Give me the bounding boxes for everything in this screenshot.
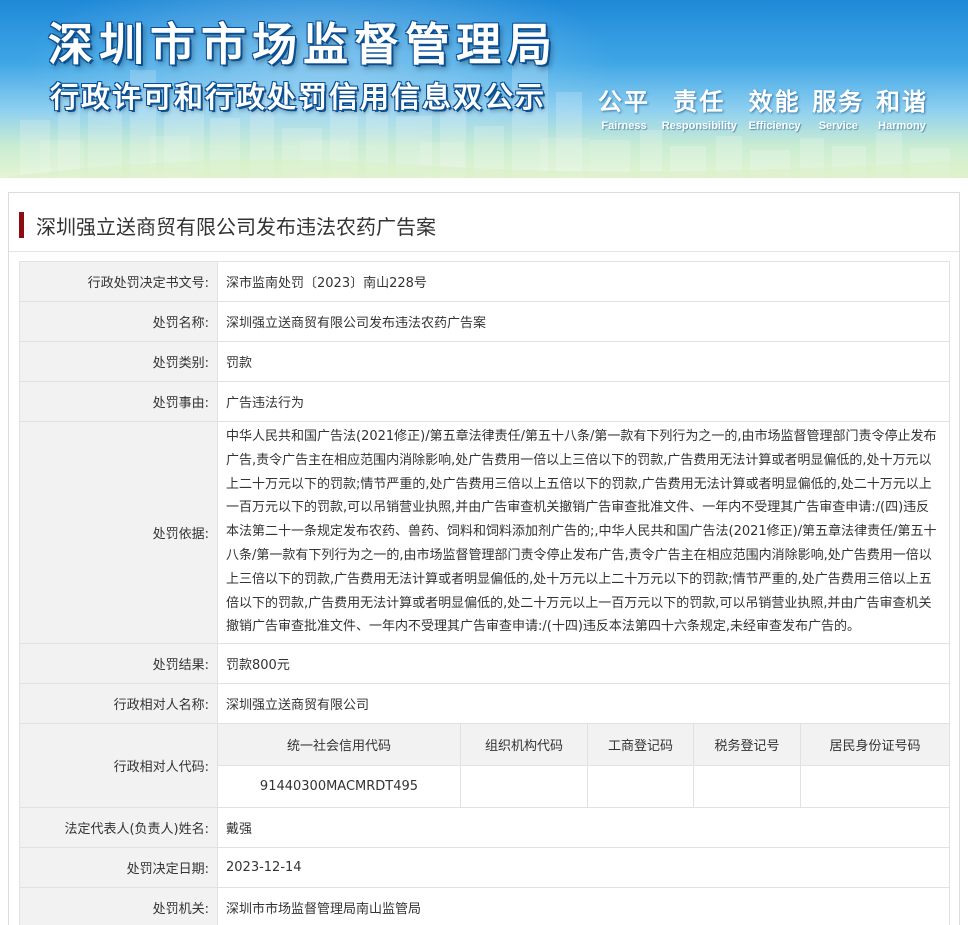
content-panel: 深圳强立送商贸有限公司发布违法农药广告案 行政处罚决定书文号: 深市监南处罚〔2…: [8, 192, 960, 925]
code-value-tax: [693, 765, 801, 809]
value-penalty-result: 罚款800元: [216, 643, 951, 685]
label-penalty-name: 处罚名称:: [19, 301, 218, 342]
row-penalty-reason: 处罚事由: 广告违法行为: [19, 381, 951, 422]
page-title-text: 深圳强立送商贸有限公司发布违法农药广告案: [36, 214, 436, 239]
value-legal-rep: 戴强: [216, 807, 951, 849]
slogan-cn: 效能: [748, 88, 801, 116]
code-value-id: [799, 765, 951, 809]
value-counterparty-name: 深圳强立送商贸有限公司: [216, 683, 951, 725]
label-legal-rep: 法定代表人(负责人)姓名:: [19, 807, 218, 849]
code-header-id: 居民身份证号码: [799, 723, 951, 767]
slogan-en: Efficiency: [748, 120, 801, 132]
row-counterparty-name: 行政相对人名称: 深圳强立送商贸有限公司: [19, 683, 951, 725]
banner-title: 深圳市市场监督管理局: [48, 18, 559, 71]
label-counterparty-code: 行政相对人代码:: [19, 723, 218, 809]
slogan-en: Responsibility: [661, 120, 737, 132]
slogan-en: Service: [818, 120, 858, 132]
value-decision-no: 深市监南处罚〔2023〕南山228号: [216, 261, 951, 302]
slogan-en: Fairness: [601, 120, 647, 132]
code-value-business: [587, 765, 694, 809]
slogan-cn: 公平: [598, 88, 650, 116]
label-decision-date: 处罚决定日期:: [19, 847, 218, 889]
code-value-org: [460, 765, 588, 809]
row-counterparty-code-header: 行政相对人代码: 统一社会信用代码 组织机构代码 工商登记码 税务登记号 居民身…: [19, 723, 951, 809]
slogan-cn: 服务: [812, 88, 865, 116]
code-header-tax: 税务登记号: [693, 723, 801, 767]
value-penalty-reason: 广告违法行为: [216, 381, 951, 422]
slogan-en: Harmony: [878, 120, 926, 132]
title-divider: [9, 251, 959, 252]
row-authority: 处罚机关: 深圳市市场监督管理局南山监管局: [19, 887, 951, 925]
row-penalty-name: 处罚名称: 深圳强立送商贸有限公司发布违法农药广告案: [19, 301, 951, 342]
code-header-business: 工商登记码: [587, 723, 694, 767]
banner-subtitle: 行政许可和行政处罚信用信息双公示: [50, 80, 547, 114]
title-marker: [19, 212, 24, 238]
slogan-service: 服务 Service: [812, 82, 864, 132]
value-penalty-type: 罚款: [216, 341, 951, 382]
label-decision-no: 行政处罚决定书文号:: [19, 261, 218, 302]
slogan-cn: 和谐: [876, 88, 928, 116]
row-penalty-type: 处罚类别: 罚款: [19, 341, 951, 382]
slogan-efficiency: 效能 Efficiency: [749, 82, 801, 132]
label-penalty-basis: 处罚依据:: [19, 420, 218, 645]
row-penalty-basis: 处罚依据: 中华人民共和国广告法(2021修正)/第五章法律责任/第五十八条/第…: [19, 420, 951, 645]
label-authority: 处罚机关:: [19, 887, 218, 925]
code-header-org: 组织机构代码: [460, 723, 588, 767]
page-title: 深圳强立送商贸有限公司发布违法农药广告案: [19, 211, 436, 239]
slogan-fairness: 公平 Fairness: [598, 82, 650, 132]
slogan-harmony: 和谐 Harmony: [876, 82, 928, 132]
label-penalty-type: 处罚类别:: [19, 341, 218, 382]
banner-slogan: 公平 Fairness 责任 Responsibility 效能 Efficie…: [598, 82, 928, 132]
slogan-responsibility: 责任 Responsibility: [662, 82, 737, 132]
row-decision-no: 行政处罚决定书文号: 深市监南处罚〔2023〕南山228号: [19, 261, 951, 302]
row-decision-date: 处罚决定日期: 2023-12-14: [19, 847, 951, 889]
slogan-cn: 责任: [673, 88, 726, 116]
row-penalty-result: 处罚结果: 罚款800元: [19, 643, 951, 685]
label-penalty-result: 处罚结果:: [19, 643, 218, 685]
penalty-info-table: 行政处罚决定书文号: 深市监南处罚〔2023〕南山228号 处罚名称: 深圳强立…: [19, 261, 951, 925]
row-legal-rep: 法定代表人(负责人)姓名: 戴强: [19, 807, 951, 849]
code-value-credit: 91440300MACMRDT495: [217, 765, 461, 809]
label-counterparty-name: 行政相对人名称:: [19, 683, 218, 725]
site-banner: 深圳市市场监督管理局 行政许可和行政处罚信用信息双公示 公平 Fairness …: [0, 0, 968, 178]
code-header-credit: 统一社会信用代码: [217, 723, 461, 767]
value-penalty-basis: 中华人民共和国广告法(2021修正)/第五章法律责任/第五十八条/第一款有下列行…: [216, 420, 951, 645]
value-decision-date: 2023-12-14: [216, 847, 951, 889]
label-penalty-reason: 处罚事由:: [19, 381, 218, 422]
value-penalty-name: 深圳强立送商贸有限公司发布违法农药广告案: [216, 301, 951, 342]
value-authority: 深圳市市场监督管理局南山监管局: [216, 887, 951, 925]
